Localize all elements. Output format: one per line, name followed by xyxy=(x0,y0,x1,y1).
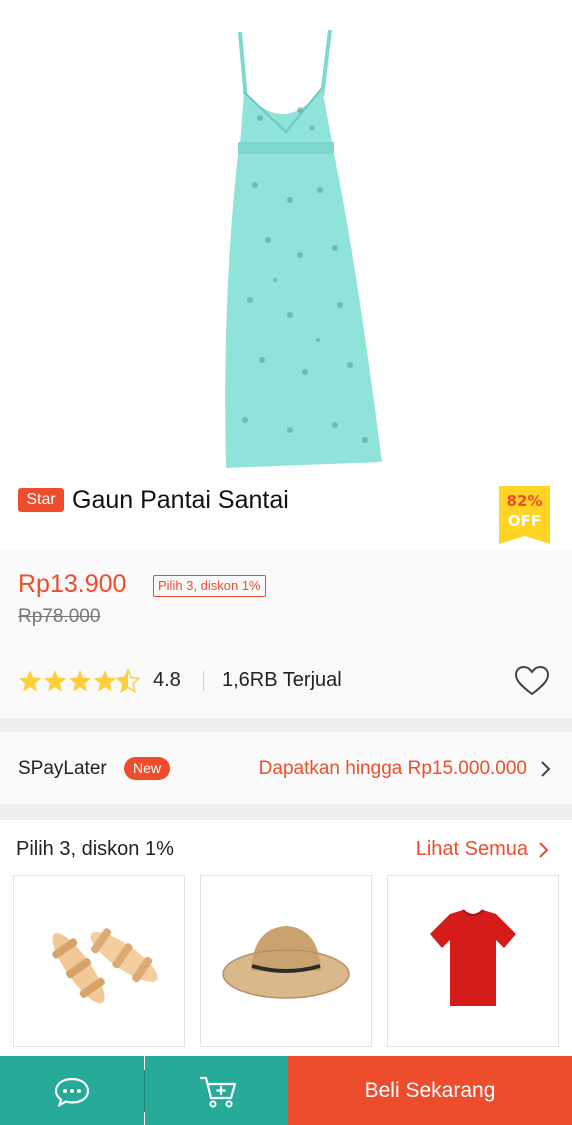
add-cart-icon xyxy=(200,1076,237,1108)
chat-button[interactable] xyxy=(0,1056,144,1125)
bundle-item-sandals[interactable] xyxy=(13,875,185,1047)
original-price: Rp78.000 xyxy=(18,606,101,627)
spaylater-label: SPayLater xyxy=(18,758,107,779)
section-gap xyxy=(0,718,572,732)
add-to-cart-button[interactable] xyxy=(145,1056,288,1125)
product-image[interactable] xyxy=(0,0,572,470)
chat-icon xyxy=(54,1077,90,1108)
bundle-item-tshirt[interactable] xyxy=(387,875,559,1047)
see-all-link[interactable]: Lihat Semua xyxy=(416,838,528,861)
heart-icon[interactable] xyxy=(514,665,550,697)
star-icon xyxy=(69,670,91,692)
bundle-item-hat[interactable] xyxy=(200,875,372,1047)
section-gap xyxy=(0,804,572,820)
sold-count: 1,6RB Terjual xyxy=(222,669,342,691)
promo-tag[interactable]: Pilih 3, diskon 1% xyxy=(153,575,266,597)
dress-image xyxy=(225,29,382,468)
half-star-icon xyxy=(115,669,140,693)
bundle-title: Pilih 3, diskon 1% xyxy=(16,838,174,860)
red-tshirt-image xyxy=(430,909,516,1006)
chevron-right-icon[interactable] xyxy=(538,841,550,859)
star-icon xyxy=(94,670,116,692)
new-badge: New xyxy=(124,757,170,780)
discount-badge: 82% OFF xyxy=(499,486,550,544)
spaylater-cta[interactable]: Dapatkan hingga Rp15.000.000 xyxy=(259,758,527,780)
rating-stars xyxy=(19,669,140,693)
star-badge: Star xyxy=(18,488,64,512)
discount-percent: 82% xyxy=(506,492,543,510)
buy-now-button[interactable]: Beli Sekarang xyxy=(288,1056,572,1125)
star-icon xyxy=(19,670,41,692)
product-title: Gaun Pantai Santai xyxy=(72,486,289,514)
sandals-image xyxy=(52,928,158,1004)
rating-value: 4.8 xyxy=(153,669,181,691)
straw-hat-image xyxy=(222,926,350,999)
current-price: Rp13.900 xyxy=(18,570,127,598)
chevron-right-icon[interactable] xyxy=(540,760,552,778)
discount-off-label: OFF xyxy=(507,512,542,530)
bottom-action-bar: Beli Sekarang xyxy=(0,1056,572,1125)
rating-divider xyxy=(203,671,204,691)
star-icon xyxy=(44,670,66,692)
